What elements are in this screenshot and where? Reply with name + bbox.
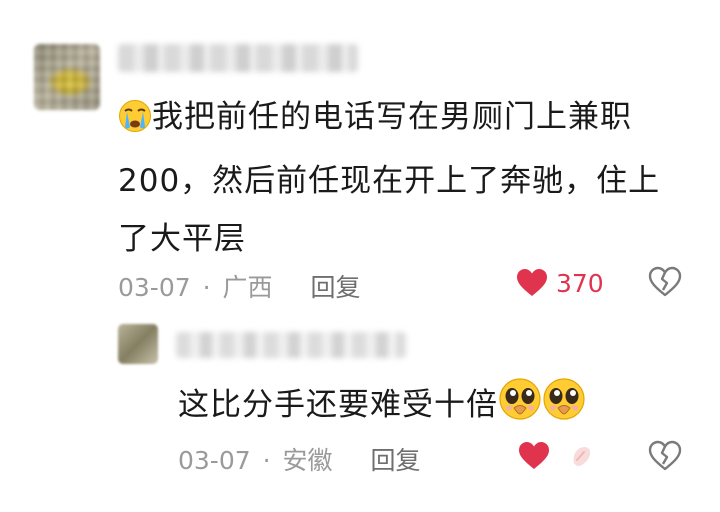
reply-line: 这比分手还要难受十倍 [178, 376, 598, 440]
comment-location: 广西 [222, 273, 273, 302]
comment-date: 03-07 [118, 273, 191, 302]
comment-meta: 03-07 · 广西 回复 [118, 268, 361, 304]
meta-separator: · [262, 446, 271, 475]
heart-filled-icon [517, 269, 547, 296]
avatar[interactable] [34, 44, 100, 110]
comment-body: 我把前任的电话写在男厕门上兼职 200，然后前任现在开上了奔驰，住上 了大平层 [118, 88, 688, 268]
reply-dislike-button[interactable] [648, 440, 682, 476]
reply-username-blurred[interactable] [176, 332, 406, 358]
pleading-face-icon [498, 377, 542, 440]
reply-location: 安徽 [282, 446, 333, 475]
reply-avatar[interactable] [118, 324, 158, 364]
reply-button[interactable]: 回复 [310, 268, 360, 304]
reply-body: 这比分手还要难受十倍 [178, 376, 598, 440]
comment-line-2: 200，然后前任现在开上了奔驰，住上 [118, 163, 661, 199]
comment-line-1: 我把前任的电话写在男厕门上兼职 [118, 88, 688, 152]
dislike-button[interactable] [648, 266, 682, 302]
crying-face-icon [118, 94, 152, 152]
comment-line-3: 了大平层 [118, 221, 246, 257]
faded-sticker-icon [568, 443, 594, 473]
like-button[interactable]: 370 [516, 268, 604, 298]
reply-meta: 03-07 · 安徽 回复 [178, 441, 421, 477]
broken-heart-icon [648, 440, 682, 471]
username-blurred[interactable] [118, 44, 358, 72]
like-count: 370 [556, 268, 604, 298]
heart-filled-icon [519, 442, 549, 469]
reply-like-button[interactable] [518, 441, 550, 471]
reply-date: 03-07 [178, 446, 251, 475]
meta-separator: · [202, 273, 211, 302]
reply-to-reply-button[interactable]: 回复 [370, 441, 420, 477]
broken-heart-icon [648, 266, 682, 297]
pleading-face-icon [542, 377, 586, 440]
